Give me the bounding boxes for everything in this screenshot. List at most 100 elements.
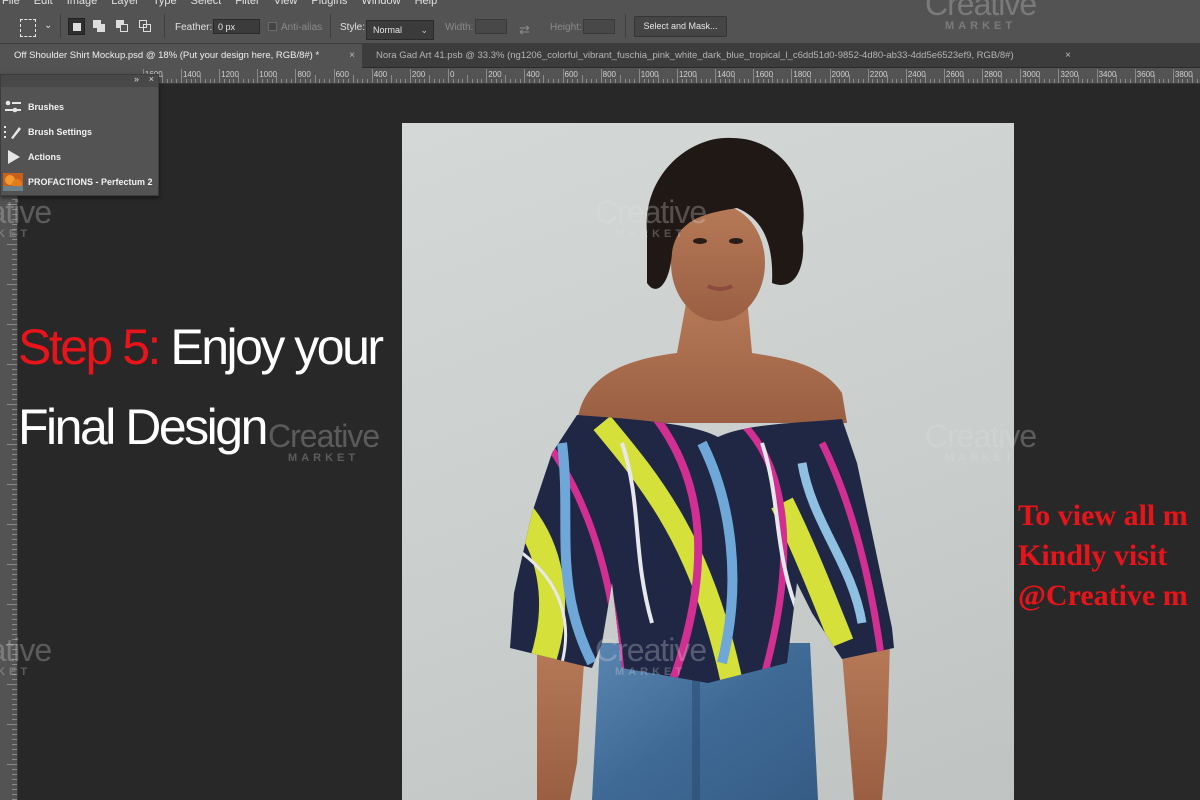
width-input[interactable] [475,19,507,34]
ruler-tick [12,304,17,305]
panel-item-brushes[interactable]: Brushes [1,96,159,118]
ruler-tick [1158,79,1160,83]
ruler-tick [12,279,17,280]
tab-off-shoulder-mockup[interactable]: Off Shoulder Shirt Mockup.psd @ 18% (Put… [0,44,362,68]
ruler-tick [12,384,17,385]
right-arm [842,643,890,800]
ruler-tick [7,204,17,205]
thumbnail-icon [3,173,23,191]
anti-alias-checkbox[interactable] [268,22,277,31]
height-label: Height: [550,22,582,33]
height-input[interactable] [583,19,615,34]
ruler-tick [1077,75,1079,83]
ruler-tick [920,79,922,83]
rectangular-marquee-icon[interactable] [20,19,36,37]
intersect-selection-button[interactable] [137,18,154,35]
ruler-tick [285,79,287,83]
document-canvas[interactable] [402,123,1014,800]
panel-header[interactable]: » × [1,74,158,87]
options-bar: ⌄ Feather: 0 px Anti-alias Style: Normal… [0,8,1200,44]
panel-item-actions[interactable]: Actions [1,146,159,168]
ruler-tick [12,739,17,740]
ruler-tick [204,79,206,83]
ruler-tick [729,79,731,83]
tab-nora-gad-art[interactable]: Nora Gad Art 41.psb @ 33.3% (ng1206_colo… [362,44,1078,68]
square-icon [143,24,151,32]
subtract-selection-button[interactable] [114,18,131,35]
ruler-tick [12,674,17,675]
ruler-tick [12,254,17,255]
ruler-tick [12,714,17,715]
ruler-tick [510,79,512,83]
menu-item-type[interactable]: Type [153,0,177,8]
ruler-tick [1072,79,1074,83]
ruler-tick [12,229,17,230]
ruler-tick [443,79,445,83]
chevron-down-icon[interactable]: ⌄ [44,20,52,38]
collapse-icon[interactable]: » [134,74,139,84]
close-icon[interactable]: × [349,44,355,67]
ruler-tick [958,79,960,83]
menu-item-filter[interactable]: Filter [235,0,259,8]
ruler-tick [1067,79,1069,83]
menu-item-file[interactable]: File [2,0,20,8]
menu-item-window[interactable]: Window [361,0,400,8]
feather-input[interactable]: 0 px [213,19,260,34]
ruler-tick [452,79,454,83]
ruler-tick [12,274,17,275]
ruler-tick [490,79,492,83]
new-selection-button[interactable] [68,18,85,35]
ruler-tick [12,319,17,320]
close-icon[interactable]: × [149,74,154,84]
menu-item-edit[interactable]: Edit [34,0,53,8]
ruler-tick [471,79,473,83]
close-icon[interactable]: × [1065,44,1071,67]
menu-item-help[interactable]: Help [415,0,438,8]
menu-item-image[interactable]: Image [67,0,98,8]
style-value: Normal [373,25,403,35]
promo-line-3: @Creative m [1018,579,1188,612]
ruler-tick [1191,75,1193,83]
ruler-tick [1101,79,1103,83]
horizontal-ruler[interactable]: 1600140012001000800600400200020040060080… [0,68,1200,84]
headline-line-2: Final Design [18,399,268,455]
ruler-tick [1048,79,1050,83]
panel-item-brush-settings[interactable]: Brush Settings [1,121,159,143]
ruler-tick [352,75,354,83]
ruler-tick [12,569,17,570]
ruler-tick [772,75,774,83]
ruler-tick [877,79,879,83]
add-selection-button[interactable] [91,18,108,35]
ruler-tick [939,79,941,83]
swap-icon[interactable]: ⇄ [519,22,530,38]
ruler-label: 3400 [1098,70,1117,79]
ruler-label: 600 [335,70,349,79]
ruler-tick [529,79,531,83]
menu-item-view[interactable]: View [274,0,298,8]
ruler-tick [12,439,17,440]
ruler-tick [457,79,459,83]
panel-item-profactions[interactable]: PROFACTIONS - Perfectum 2 [1,171,159,193]
ruler-tick [834,79,836,83]
menu-item-layer[interactable]: Layer [111,0,139,8]
ruler-tick [12,479,17,480]
ruler-tick [12,539,17,540]
ruler-tick [12,214,17,215]
ruler-tick [1020,69,1022,83]
ruler-tick [648,79,650,83]
style-select[interactable]: Normal ⌄ [366,20,434,40]
ruler-label: 2400 [907,70,926,79]
menu-item-select[interactable]: Select [191,0,222,8]
ruler-label: 3800 [1174,70,1193,79]
ruler-tick [743,79,745,83]
menu-item-plugins[interactable]: Plugins [311,0,347,8]
ruler-tick [12,759,17,760]
ruler-tick [424,79,426,83]
ruler-tick [572,79,574,83]
ruler-tick [600,69,602,83]
ruler-tick [12,354,17,355]
ruler-tick [12,374,17,375]
ruler-tick [944,69,945,83]
select-and-mask-button[interactable]: Select and Mask... [634,16,727,37]
ruler-tick [12,309,17,310]
